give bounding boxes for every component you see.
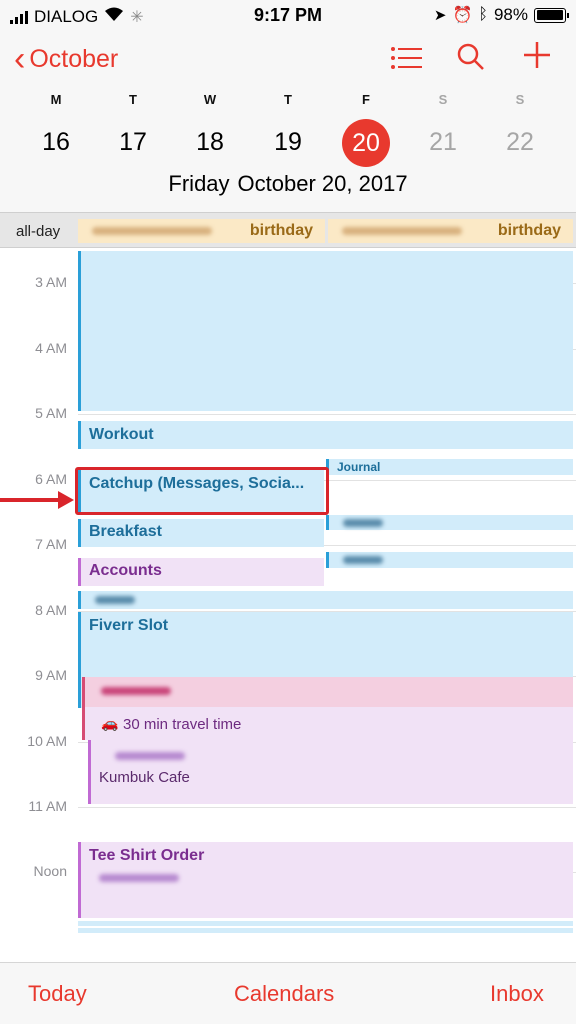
day-sun[interactable]: S 22 xyxy=(490,92,550,165)
calendar-header: ‹ October M 16 T 17 W 18 T 19 F 20 S 21 S 22 Fr… xyxy=(0,34,576,212)
all-day-label: all-day xyxy=(16,223,61,240)
day-tue[interactable]: T 17 xyxy=(103,92,163,165)
day-fri-selected[interactable]: F 20 xyxy=(336,92,396,167)
event-tee-shirt-order[interactable]: Tee Shirt Order xyxy=(78,842,573,918)
location-icon: ➤ xyxy=(433,7,447,24)
selected-date-label: Friday October 20, 2017 xyxy=(168,171,408,196)
day-mon[interactable]: M 16 xyxy=(26,92,86,165)
tab-today[interactable]: Today xyxy=(28,981,87,1007)
calendar-event[interactable] xyxy=(78,591,573,609)
list-icon[interactable] xyxy=(390,44,422,79)
alarm-icon: ⏰ xyxy=(452,7,473,24)
tab-inbox[interactable]: Inbox xyxy=(490,981,544,1007)
day-wed[interactable]: W 18 xyxy=(180,92,240,165)
back-label: October xyxy=(29,44,119,73)
all-day-row: all-day birthday birthday xyxy=(0,212,576,248)
day-sat[interactable]: S 21 xyxy=(413,92,473,165)
tab-bar: Today Calendars Inbox xyxy=(0,962,576,1024)
event-workout[interactable]: Workout xyxy=(78,421,573,449)
travel-time-label: 30 min travel time xyxy=(123,716,242,733)
chevron-left-icon: ‹ xyxy=(14,40,26,78)
calendar-event[interactable]: 🚗 30 min travel time xyxy=(82,677,573,740)
calendar-event[interactable] xyxy=(78,921,573,926)
add-icon[interactable] xyxy=(522,40,552,77)
bluetooth-icon: ᛒ xyxy=(478,6,488,23)
highlight-box xyxy=(75,467,329,515)
event-kumbuk-cafe[interactable]: Kumbuk Cafe xyxy=(88,740,573,804)
all-day-event[interactable]: birthday xyxy=(78,219,325,243)
day-timeline[interactable]: 3 AM 4 AM 5 AM 6 AM 7 AM 8 AM 9 AM 10 AM… xyxy=(0,249,576,934)
battery-percent: 98% xyxy=(493,5,528,24)
battery-icon xyxy=(534,7,569,23)
day-thu[interactable]: T 19 xyxy=(258,92,318,165)
search-icon[interactable] xyxy=(456,42,486,79)
arrow-head-icon xyxy=(58,491,74,509)
highlight-arrow xyxy=(0,498,66,502)
calendar-event[interactable] xyxy=(78,251,573,411)
event-accounts[interactable]: Accounts xyxy=(78,558,324,586)
car-icon: 🚗 xyxy=(101,715,119,731)
calendar-event[interactable] xyxy=(326,552,573,568)
tab-calendars[interactable]: Calendars xyxy=(234,981,334,1007)
calendar-event[interactable] xyxy=(78,928,573,933)
status-bar: DIALOG ✳ 9:17 PM ➤ ⏰ ᛒ 98% xyxy=(0,0,576,34)
event-breakfast[interactable]: Breakfast xyxy=(78,519,324,547)
event-journal[interactable]: Journal xyxy=(326,459,573,475)
calendar-event[interactable] xyxy=(326,515,573,530)
all-day-event[interactable]: birthday xyxy=(328,219,573,243)
back-button[interactable]: ‹ October xyxy=(14,42,118,76)
